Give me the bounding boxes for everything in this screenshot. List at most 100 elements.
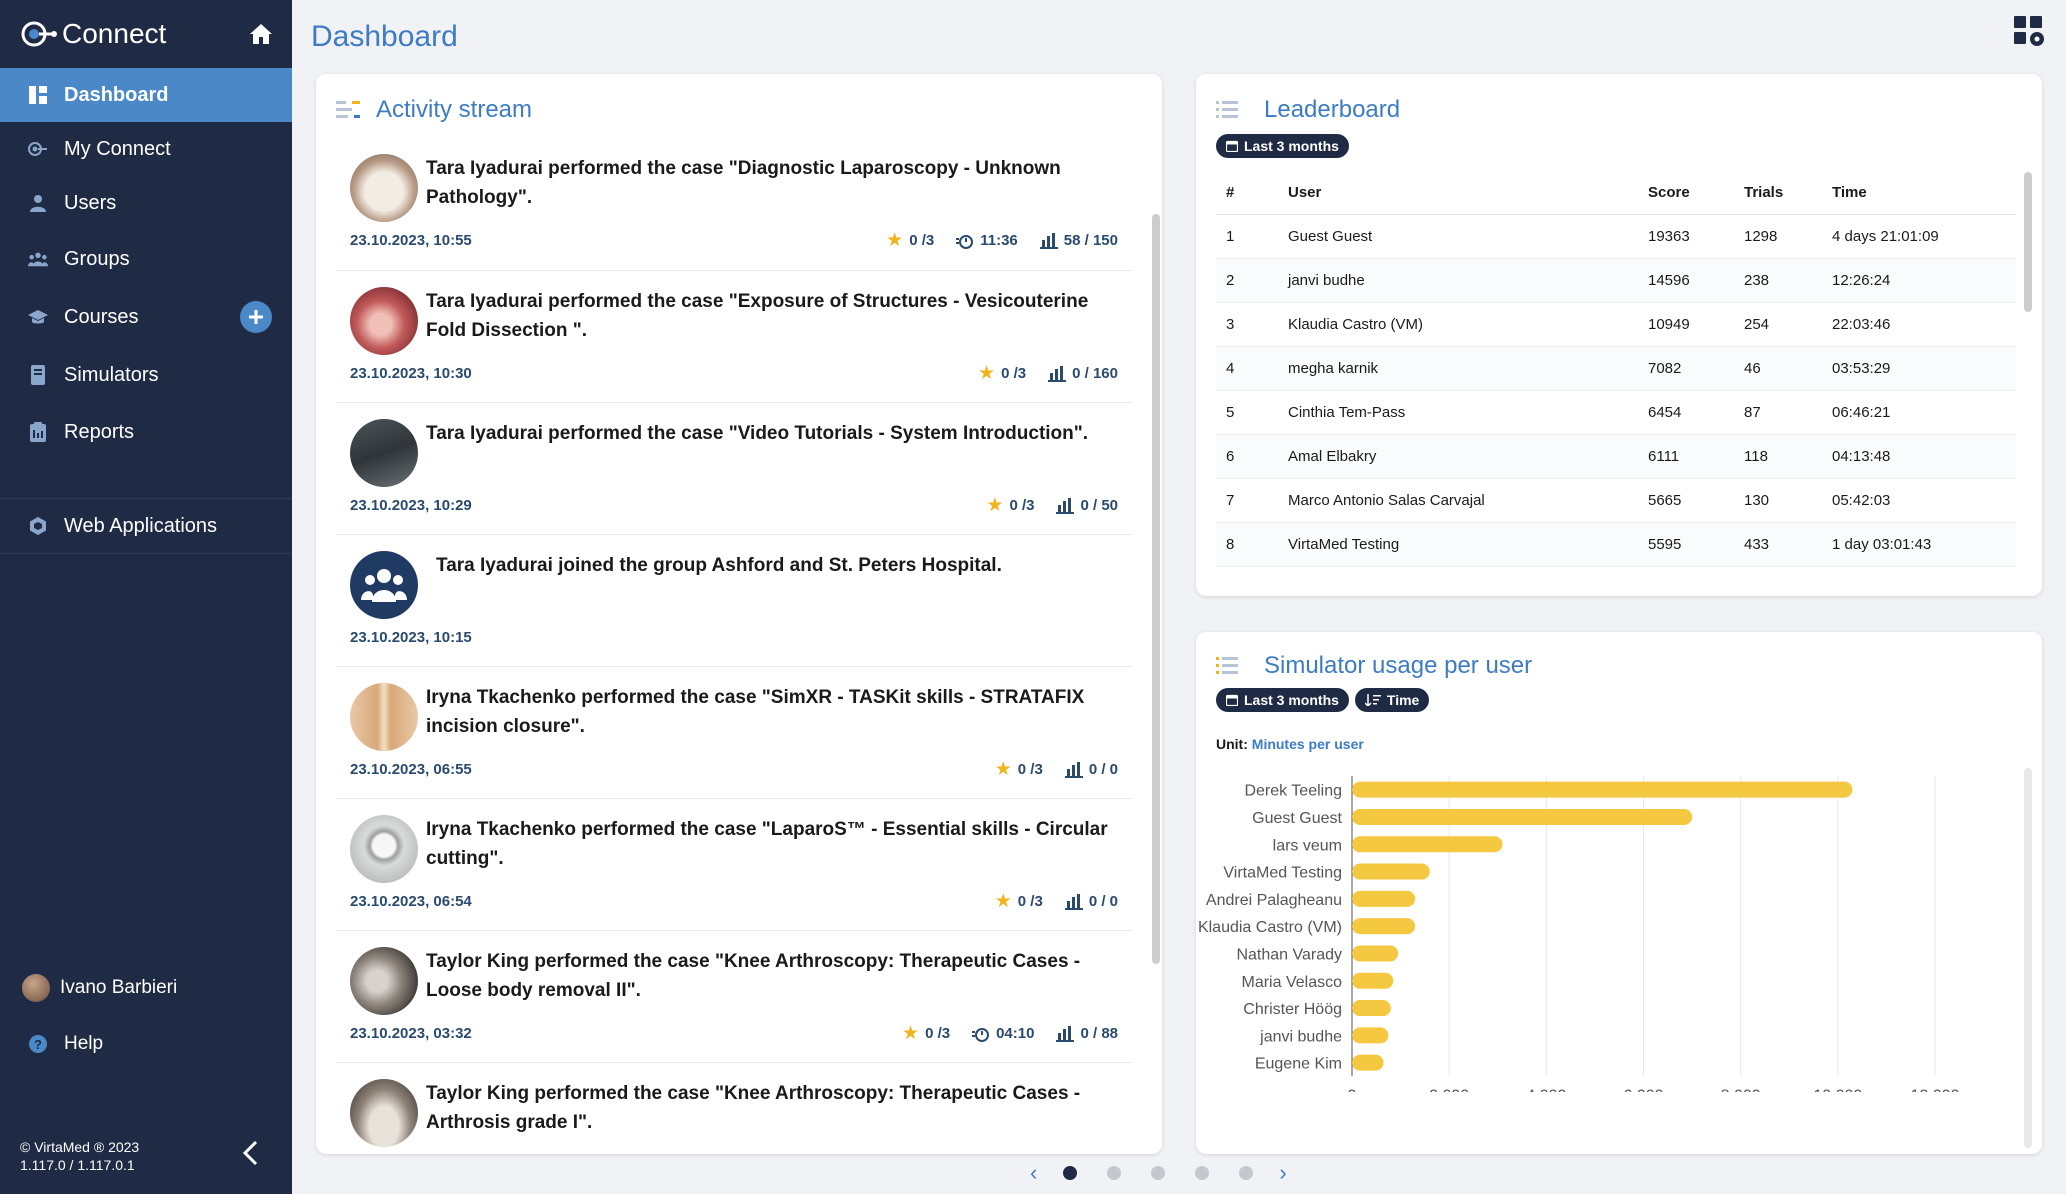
list-item[interactable]: Tara Iyadurai performed the case "Diagno… [336, 138, 1132, 270]
activity-text: Iryna Tkachenko performed the case "Lapa… [426, 819, 1108, 869]
rank-cell: 6 [1216, 434, 1278, 479]
star-icon: ★ [886, 230, 904, 251]
sidebar-item-courses[interactable]: Courses [0, 288, 292, 346]
pager-dot[interactable] [1239, 1166, 1254, 1180]
timer-icon [972, 1027, 990, 1042]
list-item[interactable]: Tara Iyadurai joined the group Ashford a… [336, 534, 1132, 666]
sidebar-item-simulators[interactable]: Simulators [0, 346, 292, 404]
rank-cell: 1 [1216, 214, 1278, 259]
table-row[interactable]: 6 Amal Elbakry 6111 118 04:13:48 [1216, 434, 2016, 479]
sidebar-divider [0, 553, 292, 554]
current-user[interactable]: Ivano Barbieri [0, 964, 292, 1012]
list-item[interactable]: Tara Iyadurai performed the case "Exposu… [336, 270, 1132, 402]
column-score[interactable]: Score [1638, 172, 1734, 215]
copyright: © VirtaMed ® 2023 [20, 1139, 140, 1155]
avatar [22, 974, 50, 1002]
usage-bar-chart: 0 2,000 4,000 6,000 8,000 10,000 12,000 Derek T… [1198, 776, 1960, 1092]
score-value: 0 / 0 [1088, 893, 1118, 910]
column-user[interactable]: User [1278, 172, 1638, 215]
page-title: Dashboard [311, 20, 458, 53]
pager-dot[interactable] [1107, 1166, 1122, 1180]
score-cell: 10949 [1638, 302, 1734, 347]
pager-dot[interactable] [1063, 1166, 1078, 1180]
list-item[interactable]: Iryna Tkachenko performed the case "Lapa… [336, 798, 1132, 930]
column-rank[interactable]: # [1216, 172, 1278, 215]
pager-dot[interactable] [1151, 1166, 1166, 1180]
dashboard-icon [28, 85, 48, 105]
dashboard-pager: ‹ › [1030, 1162, 1287, 1184]
unit-line: Unit: Minutes per user [1216, 736, 1364, 752]
pager-dot[interactable] [1195, 1166, 1210, 1180]
sidebar-item-web-applications[interactable]: Web Applications [0, 499, 292, 553]
time-value: 04:10 [996, 1025, 1035, 1042]
sidebar-item-dashboard[interactable]: Dashboard [0, 68, 292, 122]
prev-page-icon[interactable]: ‹ [1030, 1162, 1037, 1184]
sidebar-item-my-connect[interactable]: My Connect [0, 122, 292, 176]
table-row[interactable]: 8 VirtaMed Testing 5595 433 1 day 03:01:43 [1216, 522, 2016, 567]
table-header: # User Score Trials Time [1216, 172, 2016, 215]
web-app-icon [28, 516, 48, 536]
table-row[interactable]: 1 Guest Guest 19363 1298 4 days 21:01:09 [1216, 214, 2016, 259]
category-label: lars veum [1273, 837, 1342, 854]
activity-scrollbar[interactable] [1152, 214, 1160, 964]
collapse-sidebar-icon[interactable] [240, 1140, 262, 1166]
plus-icon [249, 310, 263, 324]
sort-icon [1364, 694, 1381, 706]
column-trials[interactable]: Trials [1734, 172, 1822, 215]
sidebar-item-reports[interactable]: Reports [0, 404, 292, 460]
add-course-button[interactable] [240, 301, 272, 333]
usage-filters: Last 3 months Time [1216, 688, 1430, 712]
score-icon [1039, 232, 1058, 249]
home-icon[interactable] [248, 22, 274, 46]
category-label: Eugene Kim [1255, 1056, 1342, 1073]
list-item[interactable]: Taylor King performed the case "Knee Art… [336, 930, 1132, 1062]
table-row[interactable]: 5 Cinthia Tem-Pass 6454 87 06:46:21 [1216, 390, 2016, 435]
column-time[interactable]: Time [1822, 172, 2016, 215]
user-cell: megha karnik [1278, 346, 1638, 391]
unit-value-link[interactable]: Minutes per user [1252, 736, 1364, 752]
help-link[interactable]: ? Help [0, 1020, 292, 1068]
sidebar-item-users[interactable]: Users [0, 176, 292, 230]
x-tick-label: 8,000 [1721, 1087, 1761, 1092]
time-cell: 1 day 03:01:43 [1822, 522, 2016, 567]
list-item[interactable]: Tara Iyadurai performed the case "Video … [336, 402, 1132, 534]
activity-stats: ★ 0 /3 0 / 50 [986, 495, 1118, 516]
activity-icon [336, 101, 360, 118]
score-icon [1048, 365, 1067, 382]
score-value: 58 / 150 [1063, 232, 1118, 249]
sidebar-item-groups[interactable]: Groups [0, 230, 292, 288]
sort-filter-badge[interactable]: Time [1354, 688, 1430, 712]
sidebar-item-label: Simulators [64, 363, 159, 386]
leaderboard-scrollbar[interactable] [2024, 172, 2032, 312]
user-cell: Cinthia Tem-Pass [1278, 390, 1638, 435]
next-page-icon[interactable]: › [1279, 1162, 1286, 1184]
usage-scrollbar[interactable] [2024, 768, 2032, 1148]
time-cell: 05:42:03 [1822, 478, 2016, 523]
sidebar-item-label: Web Applications [64, 514, 218, 537]
list-item[interactable]: Iryna Tkachenko performed the case "SimX… [336, 666, 1132, 798]
activity-text: Tara Iyadurai performed the case "Video … [426, 423, 1089, 444]
table-row[interactable]: 7 Marco Antonio Salas Carvajal 5665 130 05:4… [1216, 478, 2016, 523]
table-row[interactable]: 4 megha karnik 7082 46 03:53:29 [1216, 346, 2016, 391]
bar [1352, 808, 1693, 825]
period-filter-badge[interactable]: Last 3 months [1216, 688, 1349, 712]
bar [1352, 1027, 1389, 1044]
score-cell: 7082 [1638, 346, 1734, 391]
case-thumbnail [350, 154, 418, 222]
calendar-icon [1226, 140, 1238, 152]
x-tick-label: 0 [1348, 1087, 1357, 1092]
trials-cell: 118 [1734, 434, 1822, 479]
dashboard-settings-icon[interactable] [2012, 14, 2046, 48]
star-icon: ★ [986, 495, 1004, 516]
time-cell: 12:26:24 [1822, 258, 2016, 303]
simulator-usage-title: Simulator usage per user [1264, 652, 1533, 679]
case-thumbnail [350, 419, 418, 487]
table-row[interactable]: 2 janvi budhe 14596 238 12:26:24 [1216, 258, 2016, 303]
bar [1352, 890, 1416, 907]
sidebar-item-label: Users [64, 191, 117, 214]
table-row[interactable]: 3 Klaudia Castro (VM) 10949 254 22:03:46 [1216, 302, 2016, 347]
activity-stats: ★ 0 /3 0 / 0 [995, 892, 1118, 911]
period-filter-badge[interactable]: Last 3 months [1216, 134, 1349, 158]
list-item[interactable]: Taylor King performed the case "Knee Art… [336, 1062, 1132, 1154]
trials-cell: 433 [1734, 522, 1822, 567]
